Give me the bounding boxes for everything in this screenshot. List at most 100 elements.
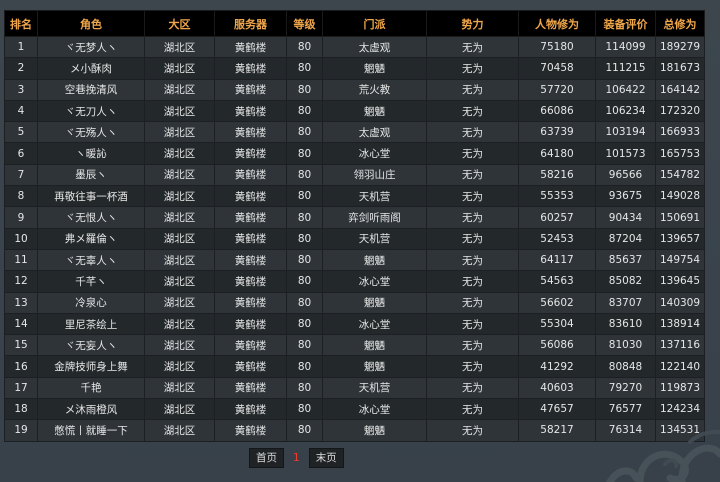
table-row[interactable]: 19 憋慌丨就睡一下 湖北区 黄鹤楼 80 魍魉 无为 58217 76314 134531 — [4, 419, 705, 442]
table-row[interactable]: 8 再敬往事一杯酒 湖北区 黄鹤楼 80 天机营 无为 55353 93675 149028 — [4, 185, 705, 208]
cell-character[interactable]: 千芊ヽ — [37, 270, 145, 293]
cell-faction: 无为 — [426, 121, 519, 144]
cell-total-power: 139645 — [655, 270, 705, 293]
cell-character[interactable]: 再敬往事一杯酒 — [37, 185, 145, 208]
col-header-rank[interactable]: 排名 — [4, 10, 38, 37]
cell-total-power: 137116 — [655, 334, 705, 357]
cell-region: 湖北区 — [144, 248, 215, 272]
table-row[interactable]: 15 ヾ无妄人ヽ 湖北区 黄鹤楼 80 魍魉 无为 56086 81030 137116 — [4, 334, 705, 357]
cell-rank: 18 — [4, 398, 38, 421]
table-row[interactable]: 18 メ沐雨橙风 湖北区 黄鹤楼 80 冰心堂 无为 47657 76577 124234 — [4, 398, 705, 421]
cell-level: 80 — [286, 121, 323, 144]
cell-total-power: 165753 — [655, 142, 705, 165]
table-row[interactable]: 6 ヽ暖訫 湖北区 黄鹤楼 80 冰心堂 无为 64180 101573 165753 — [4, 142, 705, 165]
cell-character[interactable]: ヽ暖訫 — [37, 142, 145, 165]
cell-rank: 6 — [4, 142, 38, 165]
col-header-total-power[interactable]: 总修为 — [655, 10, 705, 37]
first-page-button[interactable]: 首页 — [249, 448, 284, 468]
col-header-char-power[interactable]: 人物修为 — [518, 10, 596, 37]
cell-region: 湖北区 — [144, 142, 215, 165]
col-header-equip-rating[interactable]: 装备评价 — [595, 10, 656, 37]
cell-sect: 翎羽山庄 — [322, 163, 427, 187]
cell-character[interactable]: 憋慌丨就睡一下 — [37, 419, 145, 442]
cell-faction: 无为 — [426, 376, 519, 400]
table-row[interactable]: 16 金牌技师身上舞 湖北区 黄鹤楼 80 魍魉 无为 41292 80848 122140 — [4, 355, 705, 378]
table-body: 1 ヾ无梦人ヽ 湖北区 黄鹤楼 80 太虚观 无为 75180 114099 189279 2 メ小酥… — [4, 35, 705, 442]
cell-server: 黄鹤楼 — [214, 35, 287, 59]
cell-server: 黄鹤楼 — [214, 291, 287, 314]
cell-char-power: 56602 — [518, 291, 596, 314]
cell-character[interactable]: ヾ无刀人ヽ — [37, 99, 145, 123]
cell-rank: 11 — [4, 248, 38, 272]
ranking-page: 排名 角色 大区 服务器 等级 门派 势力 人物修为 装备评价 总修为 1 ヾ无梦… — [0, 0, 720, 482]
cell-char-power: 64180 — [518, 142, 596, 165]
cell-rank: 19 — [4, 419, 38, 442]
table-row[interactable]: 11 ヾ无辜人ヽ 湖北区 黄鹤楼 80 魍魉 无为 64117 85637 149754 — [4, 248, 705, 272]
cell-region: 湖北区 — [144, 163, 215, 187]
table-row[interactable]: 4 ヾ无刀人ヽ 湖北区 黄鹤楼 80 魍魉 无为 66086 106234 172320 — [4, 99, 705, 123]
table-row[interactable]: 7 墨辰ヽ 湖北区 黄鹤楼 80 翎羽山庄 无为 58216 96566 154782 — [4, 163, 705, 187]
cell-region: 湖北区 — [144, 206, 215, 229]
cell-char-power: 70458 — [518, 57, 596, 80]
cell-character[interactable]: メ沐雨橙风 — [37, 398, 145, 421]
col-header-server[interactable]: 服务器 — [214, 10, 287, 37]
cell-character[interactable]: ヾ无妄人ヽ — [37, 334, 145, 357]
cell-total-power: 140309 — [655, 291, 705, 314]
cell-sect: 魍魉 — [322, 57, 427, 80]
cell-faction: 无为 — [426, 35, 519, 59]
cell-rank: 3 — [4, 78, 38, 101]
cell-character[interactable]: 弗メ羅倫ヽ — [37, 227, 145, 250]
cell-character[interactable]: ヾ无辜人ヽ — [37, 248, 145, 272]
cell-character[interactable]: 空巷挽清风 — [37, 78, 145, 101]
cell-level: 80 — [286, 35, 323, 59]
col-header-region[interactable]: 大区 — [144, 10, 215, 37]
cell-faction: 无为 — [426, 57, 519, 80]
table-row[interactable]: 10 弗メ羅倫ヽ 湖北区 黄鹤楼 80 天机营 无为 52453 87204 139657 — [4, 227, 705, 250]
cell-sect: 天机营 — [322, 227, 427, 250]
cell-char-power: 47657 — [518, 398, 596, 421]
cell-equip-rating: 103194 — [595, 121, 656, 144]
col-header-sect[interactable]: 门派 — [322, 10, 427, 37]
table-row[interactable]: 12 千芊ヽ 湖北区 黄鹤楼 80 冰心堂 无为 54563 85082 139645 — [4, 270, 705, 293]
table-row[interactable]: 3 空巷挽清风 湖北区 黄鹤楼 80 荒火教 无为 57720 106422 164142 — [4, 78, 705, 101]
cell-rank: 8 — [4, 185, 38, 208]
cell-rank: 13 — [4, 291, 38, 314]
cell-region: 湖北区 — [144, 398, 215, 421]
cell-character[interactable]: メ小酥肉 — [37, 57, 145, 80]
last-page-button[interactable]: 末页 — [308, 448, 344, 468]
cell-equip-rating: 106234 — [595, 99, 656, 123]
col-header-character[interactable]: 角色 — [37, 10, 145, 37]
cell-character[interactable]: ヾ无恨人ヽ — [37, 206, 145, 229]
cell-character[interactable]: ヾ无殇人ヽ — [37, 121, 145, 144]
col-header-level[interactable]: 等级 — [286, 10, 323, 37]
cell-server: 黄鹤楼 — [214, 227, 287, 250]
table-row[interactable]: 13 冷泉心 湖北区 黄鹤楼 80 魍魉 无为 56602 83707 140309 — [4, 291, 705, 314]
cell-region: 湖北区 — [144, 419, 215, 442]
cell-rank: 5 — [4, 121, 38, 144]
cell-character[interactable]: 千艳 — [37, 376, 145, 400]
cell-character[interactable]: 冷泉心 — [37, 291, 145, 314]
cell-total-power: 154782 — [655, 163, 705, 187]
cell-character[interactable]: 墨辰ヽ — [37, 163, 145, 187]
cell-character[interactable]: 金牌技师身上舞 — [37, 355, 145, 378]
cell-char-power: 63739 — [518, 121, 596, 144]
cell-server: 黄鹤楼 — [214, 376, 287, 400]
cell-region: 湖北区 — [144, 57, 215, 80]
cell-faction: 无为 — [426, 248, 519, 272]
table-row[interactable]: 9 ヾ无恨人ヽ 湖北区 黄鹤楼 80 弈剑听雨阁 无为 60257 90434 150691 — [4, 206, 705, 229]
cell-equip-rating: 96566 — [595, 163, 656, 187]
col-header-faction[interactable]: 势力 — [426, 10, 519, 37]
cell-char-power: 54563 — [518, 270, 596, 293]
cell-rank: 15 — [4, 334, 38, 357]
table-row[interactable]: 17 千艳 湖北区 黄鹤楼 80 天机营 无为 40603 79270 119873 — [4, 376, 705, 400]
table-row[interactable]: 1 ヾ无梦人ヽ 湖北区 黄鹤楼 80 太虚观 无为 75180 114099 189279 — [4, 35, 705, 59]
cell-sect: 荒火教 — [322, 78, 427, 101]
cell-char-power: 64117 — [518, 248, 596, 272]
cell-character[interactable]: ヾ无梦人ヽ — [37, 35, 145, 59]
cell-server: 黄鹤楼 — [214, 163, 287, 187]
pagination: 首页 1 末页 — [249, 448, 344, 468]
table-row[interactable]: 14 里尼茶绘上 湖北区 黄鹤楼 80 冰心堂 无为 55304 83610 138914 — [4, 312, 705, 336]
table-row[interactable]: 5 ヾ无殇人ヽ 湖北区 黄鹤楼 80 太虚观 无为 63739 103194 166933 — [4, 121, 705, 144]
table-row[interactable]: 2 メ小酥肉 湖北区 黄鹤楼 80 魍魉 无为 70458 111215 181673 — [4, 57, 705, 80]
cell-character[interactable]: 里尼茶绘上 — [37, 312, 145, 336]
